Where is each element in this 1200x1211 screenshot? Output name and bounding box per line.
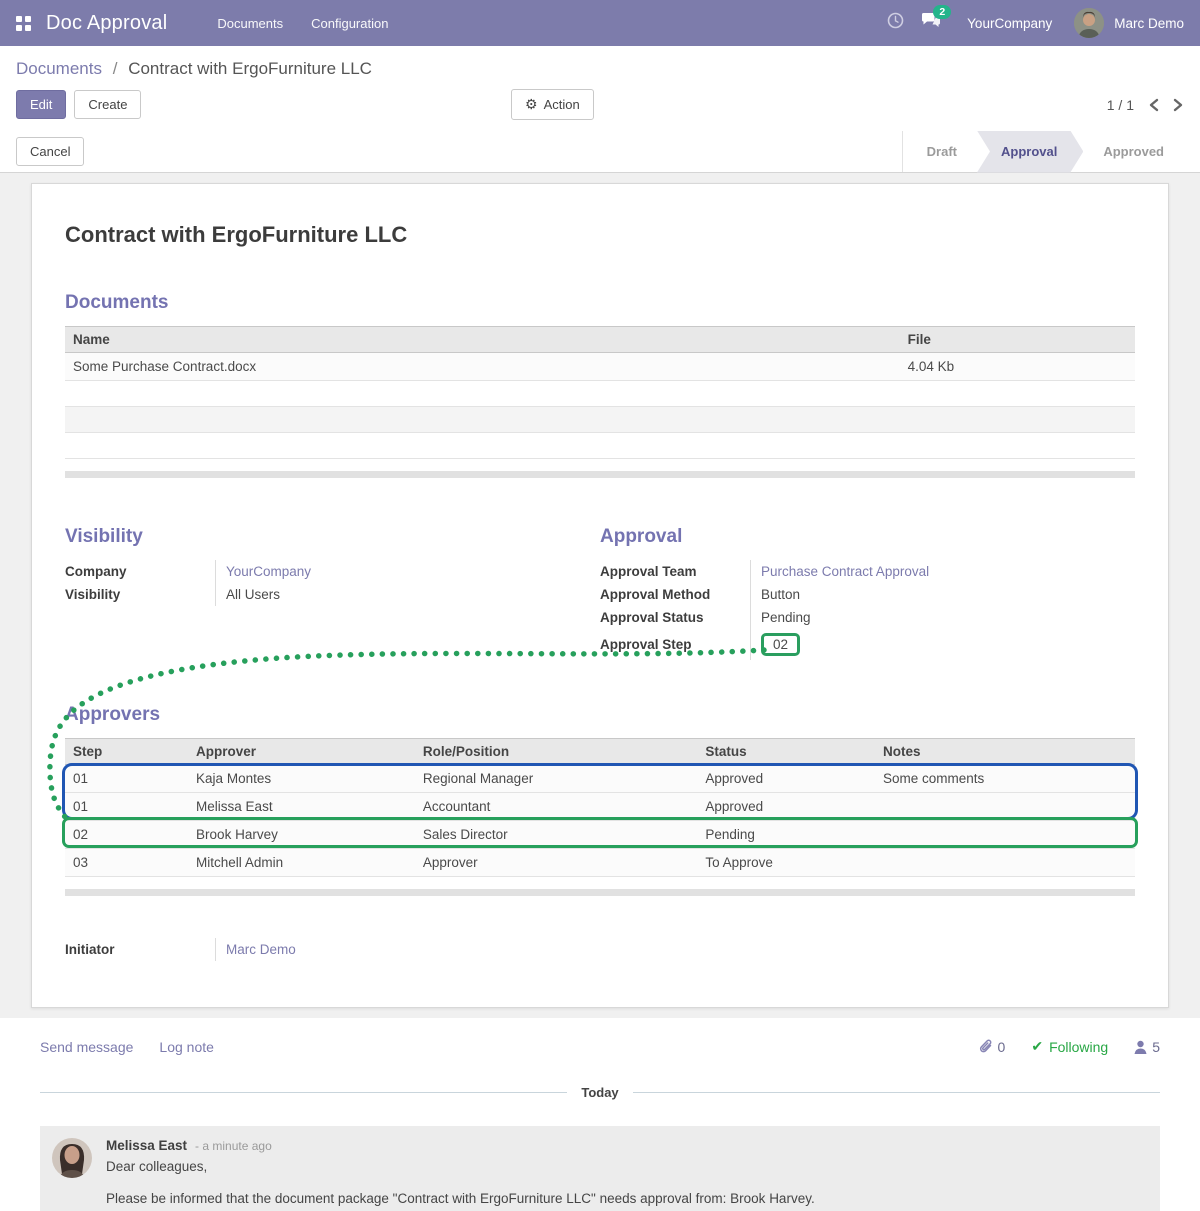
field-value-approval-team[interactable]: Purchase Contract Approval: [761, 564, 929, 579]
pager-previous-icon[interactable]: [1148, 98, 1159, 112]
col-header-notes[interactable]: Notes: [875, 739, 1135, 765]
approval-section-heading: Approval: [600, 526, 1135, 548]
following-button[interactable]: ✔ Following: [1031, 1038, 1108, 1055]
breadcrumb-current: Contract with ErgoFurniture LLC: [128, 59, 372, 78]
approver-row[interactable]: 01 Kaja Montes Regional Manager Approved…: [65, 765, 1135, 793]
visibility-section-heading: Visibility: [65, 526, 600, 548]
activities-clock-icon[interactable]: [877, 12, 913, 34]
col-header-role[interactable]: Role/Position: [415, 739, 697, 765]
empty-row: [65, 381, 1135, 407]
status-bar: Cancel Draft Approval Approved: [0, 131, 1200, 173]
form-sheet: Contract with ErgoFurniture LLC Document…: [31, 183, 1169, 1008]
field-label-approval-status: Approval Status: [600, 606, 750, 629]
col-header-status[interactable]: Status: [697, 739, 875, 765]
documents-table: Name File Some Purchase Contract.docx 4.…: [65, 326, 1135, 459]
status-approval[interactable]: Approval: [977, 131, 1083, 173]
person-icon: [1134, 1040, 1147, 1054]
table-scroll-strip: [65, 471, 1135, 478]
record-title: Contract with ErgoFurniture LLC: [65, 222, 1135, 248]
check-icon: ✔: [1031, 1038, 1043, 1055]
message-author[interactable]: Melissa East: [106, 1138, 187, 1153]
breadcrumb-documents[interactable]: Documents: [16, 59, 102, 78]
field-value-approval-status: Pending: [750, 606, 1135, 629]
statusbar: Draft Approval Approved: [902, 131, 1184, 172]
empty-row: [65, 433, 1135, 459]
sheet-background: Contract with ErgoFurniture LLC Document…: [0, 173, 1200, 1018]
user-menu[interactable]: Marc Demo: [1114, 16, 1184, 31]
followers-button[interactable]: 5: [1134, 1039, 1160, 1055]
edit-button[interactable]: Edit: [16, 90, 66, 119]
message-text: Please be informed that the document pac…: [106, 1191, 815, 1206]
visibility-group: Visibility Company YourCompany Visibilit…: [65, 526, 600, 660]
status-draft[interactable]: Draft: [907, 131, 977, 173]
field-value-company[interactable]: YourCompany: [226, 564, 311, 579]
messages-icon[interactable]: 2: [913, 12, 949, 34]
breadcrumb: Documents / Contract with ErgoFurniture …: [0, 46, 1200, 84]
field-value-approval-method: Button: [750, 583, 1135, 606]
approver-row[interactable]: 03 Mitchell Admin Approver To Approve: [65, 849, 1135, 877]
message-avatar[interactable]: [52, 1138, 92, 1178]
user-avatar[interactable]: [1074, 8, 1104, 38]
approvers-section-heading: Approvers: [65, 704, 1135, 726]
field-label-visibility: Visibility: [65, 583, 215, 606]
message-timestamp: - a minute ago: [195, 1139, 272, 1153]
documents-section-heading: Documents: [65, 292, 1135, 314]
status-approved[interactable]: Approved: [1083, 131, 1184, 173]
top-navbar: Doc Approval Documents Configuration 2 Y…: [0, 0, 1200, 46]
col-header-step[interactable]: Step: [65, 739, 188, 765]
table-scroll-strip: [65, 889, 1135, 896]
paperclip-icon: [979, 1039, 993, 1054]
action-button[interactable]: ⚙ Action: [511, 89, 594, 120]
pager-next-icon[interactable]: [1173, 98, 1184, 112]
attachments-button[interactable]: 0: [979, 1039, 1006, 1055]
field-label-company: Company: [65, 560, 215, 583]
approval-step-highlight: 02: [761, 633, 800, 656]
field-label-approval-team: Approval Team: [600, 560, 750, 583]
control-panel: Edit Create ⚙ Action 1 / 1: [0, 84, 1200, 131]
create-button[interactable]: Create: [74, 90, 141, 119]
field-label-initiator: Initiator: [65, 938, 215, 961]
approver-row[interactable]: 01 Melissa East Accountant Approved: [65, 793, 1135, 821]
field-value-visibility: All Users: [215, 583, 600, 606]
col-header-name[interactable]: Name: [65, 327, 900, 353]
menu-documents[interactable]: Documents: [217, 16, 283, 31]
chatter: Send message Log note 0 ✔ Following 5 To…: [0, 1018, 1200, 1211]
message-text: Dear colleagues,: [106, 1159, 815, 1174]
app-title: Doc Approval: [46, 12, 167, 35]
approval-group: Approval Approval Team Purchase Contract…: [600, 526, 1135, 660]
field-label-approval-method: Approval Method: [600, 583, 750, 606]
log-note-button[interactable]: Log note: [159, 1039, 214, 1055]
col-header-approver[interactable]: Approver: [188, 739, 415, 765]
menu-configuration[interactable]: Configuration: [311, 16, 388, 31]
send-message-button[interactable]: Send message: [40, 1039, 133, 1055]
field-value-initiator[interactable]: Marc Demo: [226, 942, 296, 957]
approvers-table: Step Approver Role/Position Status Notes…: [65, 738, 1135, 877]
pager-value: 1 / 1: [1107, 97, 1134, 113]
date-divider: Today: [40, 1085, 1160, 1100]
gear-icon: ⚙: [525, 96, 538, 113]
apps-grid-icon[interactable]: [16, 16, 31, 31]
approver-row[interactable]: 02 Brook Harvey Sales Director Pending: [65, 821, 1135, 849]
empty-row: [65, 407, 1135, 433]
company-switcher[interactable]: YourCompany: [967, 16, 1052, 31]
messages-badge: 2: [933, 5, 951, 19]
col-header-file[interactable]: File: [900, 327, 1135, 353]
cancel-button[interactable]: Cancel: [16, 137, 84, 166]
document-row[interactable]: Some Purchase Contract.docx 4.04 Kb: [65, 353, 1135, 381]
message-melissa-east: Melissa East - a minute ago Dear colleag…: [40, 1126, 1160, 1211]
field-label-approval-step: Approval Step: [600, 629, 750, 660]
